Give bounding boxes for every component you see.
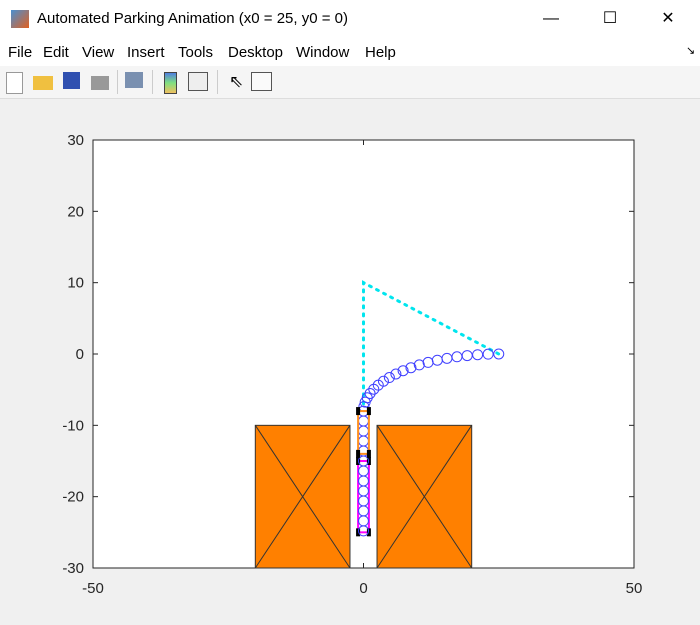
open-folder-icon[interactable] bbox=[33, 76, 53, 90]
wheel bbox=[356, 449, 361, 458]
window-title: Automated Parking Animation (x0 = 25, y0… bbox=[37, 10, 349, 27]
y-tick-label: 30 bbox=[67, 132, 84, 149]
matlab-icon bbox=[11, 10, 29, 28]
y-tick-label: -20 bbox=[62, 489, 84, 506]
wheel bbox=[356, 528, 361, 537]
close-button[interactable]: ✕ bbox=[645, 4, 691, 34]
y-tick-label: -10 bbox=[62, 417, 84, 434]
title-bar: Automated Parking Animation (x0 = 25, y0… bbox=[0, 0, 700, 38]
pointer-icon[interactable]: ⇖ bbox=[229, 72, 249, 92]
print-icon[interactable] bbox=[91, 76, 109, 90]
y-tick-label: 20 bbox=[67, 203, 84, 220]
x-tick-label: -50 bbox=[82, 580, 104, 597]
wheel bbox=[366, 449, 371, 458]
dock-arrow-icon[interactable]: ↘ bbox=[686, 44, 695, 57]
minimize-button[interactable]: — bbox=[528, 4, 574, 34]
separator bbox=[152, 70, 153, 94]
x-tick-label: 50 bbox=[626, 580, 643, 597]
colorbar-icon[interactable] bbox=[164, 72, 177, 94]
menu-file[interactable]: File bbox=[8, 44, 32, 61]
menu-help[interactable]: Help bbox=[365, 44, 396, 61]
property-inspector-icon[interactable] bbox=[251, 72, 272, 91]
link-plot-icon[interactable] bbox=[125, 72, 143, 88]
y-tick-label: -30 bbox=[62, 560, 84, 577]
menu-desktop[interactable]: Desktop bbox=[228, 44, 283, 61]
y-tick-label: 0 bbox=[76, 346, 84, 363]
y-tick-label: 10 bbox=[67, 275, 84, 292]
wheel bbox=[366, 407, 371, 416]
menu-edit[interactable]: Edit bbox=[43, 44, 69, 61]
legend-icon[interactable] bbox=[188, 72, 208, 91]
menu-insert[interactable]: Insert bbox=[127, 44, 165, 61]
save-icon[interactable] bbox=[63, 72, 80, 89]
menu-bar: File Edit View Insert Tools Desktop Wind… bbox=[0, 38, 700, 66]
menu-tools[interactable]: Tools bbox=[178, 44, 213, 61]
maximize-button[interactable]: ☐ bbox=[587, 4, 633, 34]
new-file-icon[interactable] bbox=[6, 72, 23, 94]
figure-canvas: -50 0 50 30 20 10 0 -10 -20 -30 bbox=[62, 132, 643, 597]
toolbar: ⇖ bbox=[0, 66, 700, 99]
wheel bbox=[366, 528, 371, 537]
separator bbox=[117, 70, 118, 94]
wheel bbox=[356, 407, 361, 416]
menu-window[interactable]: Window bbox=[296, 44, 349, 61]
x-tick-label: 0 bbox=[359, 580, 367, 597]
menu-view[interactable]: View bbox=[82, 44, 114, 61]
separator bbox=[217, 70, 218, 94]
